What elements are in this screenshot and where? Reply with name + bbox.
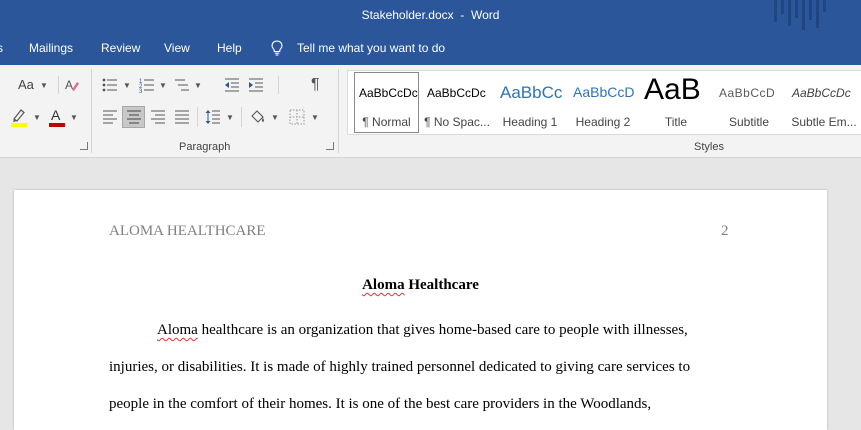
- chevron-down-icon: ▼: [33, 113, 41, 122]
- divider: [241, 107, 242, 127]
- paragraph-line: Aloma healthcare is an organization that…: [109, 322, 688, 339]
- styles-gallery: AaBbCcDc ¶ Normal AaBbCcDc ¶ No Spac... …: [347, 70, 861, 135]
- document-page[interactable]: ALOMA HEALTHCARE 2 Aloma Healthcare Alom…: [14, 190, 827, 430]
- increase-indent-icon[interactable]: [248, 77, 264, 93]
- lightbulb-icon: [271, 40, 283, 56]
- running-header: ALOMA HEALTHCARE: [109, 223, 266, 239]
- paragraph-line: people in the comfort of their homes. It…: [109, 396, 652, 412]
- document-title: Aloma Healthcare: [14, 277, 827, 294]
- svg-text:3: 3: [139, 89, 143, 93]
- divider: [197, 107, 198, 127]
- title-bar-decoration: [816, 0, 819, 28]
- clear-formatting-icon[interactable]: A: [64, 77, 80, 93]
- chevron-down-icon: ▼: [194, 81, 202, 90]
- chevron-down-icon: ▼: [271, 113, 279, 122]
- style-title[interactable]: AaB Title: [640, 71, 712, 134]
- font-color-icon[interactable]: A: [48, 107, 66, 127]
- menu-tab-mailings[interactable]: Mailings: [29, 41, 73, 55]
- misspelled-word[interactable]: Aloma: [157, 322, 198, 338]
- styles-group-label: Styles: [694, 141, 724, 153]
- align-center-button[interactable]: [122, 106, 145, 128]
- title-bar-decoration: [774, 0, 777, 22]
- menu-bar: s Mailings Review View Help Tell me what…: [0, 32, 861, 65]
- title-bar-decoration: [788, 0, 791, 26]
- style-normal[interactable]: AaBbCcDc ¶ Normal: [353, 71, 420, 134]
- title-bar-decoration: [781, 0, 784, 14]
- shading-icon[interactable]: [249, 108, 267, 126]
- change-case-button[interactable]: Aa: [18, 77, 34, 92]
- style-heading-2[interactable]: AaBbCcD Heading 2: [567, 71, 639, 134]
- window-title: Stakeholder.docx - Word: [361, 8, 500, 22]
- chevron-down-icon: ▼: [70, 113, 78, 122]
- ribbon: Aa ▼ A ▼ A ▼ ▼ 1 2 3 ▼ ▼ ¶ ▼ ▼ ▼ Paragra…: [0, 65, 861, 158]
- bullets-icon[interactable]: [102, 78, 118, 92]
- style-no-spacing[interactable]: AaBbCcDc ¶ No Spac...: [421, 71, 493, 134]
- multilevel-list-icon[interactable]: [174, 77, 190, 93]
- paragraph-line: injuries, or disabilities. It is made of…: [109, 359, 691, 375]
- numbering-icon[interactable]: 1 2 3: [139, 77, 155, 93]
- group-separator: [338, 69, 339, 153]
- title-bar-decoration: [795, 0, 798, 18]
- align-left-icon[interactable]: [102, 110, 118, 124]
- chevron-down-icon: ▼: [159, 81, 167, 90]
- font-dialog-launcher[interactable]: [80, 142, 88, 150]
- chevron-down-icon: ▼: [123, 81, 131, 90]
- group-separator: [91, 69, 92, 153]
- paragraph-dialog-launcher[interactable]: [326, 142, 334, 150]
- justify-icon[interactable]: [174, 110, 190, 124]
- svg-text:A: A: [51, 107, 61, 123]
- chevron-down-icon: ▼: [311, 113, 319, 122]
- menu-tab-help[interactable]: Help: [217, 41, 242, 55]
- divider: [278, 76, 279, 94]
- highlighter-icon[interactable]: [10, 107, 28, 127]
- tell-me-search[interactable]: Tell me what you want to do: [297, 41, 445, 55]
- menu-tab-partial[interactable]: s: [0, 41, 3, 55]
- menu-tab-review[interactable]: Review: [101, 41, 140, 55]
- title-text: Healthcare: [404, 277, 479, 293]
- svg-text:A: A: [65, 78, 73, 92]
- title-bar-decoration: [809, 0, 812, 20]
- paragraph-group-label: Paragraph: [179, 141, 231, 153]
- style-heading-1[interactable]: AaBbCc Heading 1: [494, 71, 566, 134]
- page-number: 2: [721, 223, 729, 239]
- decrease-indent-icon[interactable]: [224, 77, 240, 93]
- style-subtitle[interactable]: AaBbCcD Subtitle: [713, 71, 785, 134]
- show-formatting-marks-icon[interactable]: ¶: [311, 76, 320, 94]
- line-spacing-icon[interactable]: [205, 109, 221, 125]
- align-right-icon[interactable]: [150, 110, 166, 124]
- title-bar-decoration: [802, 0, 805, 30]
- chevron-down-icon: ▼: [226, 113, 234, 122]
- menu-tab-view[interactable]: View: [164, 41, 190, 55]
- divider: [58, 76, 59, 94]
- style-subtle-emphasis[interactable]: AaBbCcDc Subtle Em...: [786, 71, 861, 134]
- title-bar: Stakeholder.docx - Word: [0, 0, 861, 32]
- borders-icon[interactable]: [289, 109, 305, 125]
- title-bar-decoration: [823, 0, 826, 12]
- misspelled-word[interactable]: Aloma: [362, 277, 405, 293]
- align-center-icon: [127, 110, 141, 124]
- line-text: healthcare is an organization that gives…: [197, 322, 688, 338]
- chevron-down-icon: ▼: [40, 81, 48, 90]
